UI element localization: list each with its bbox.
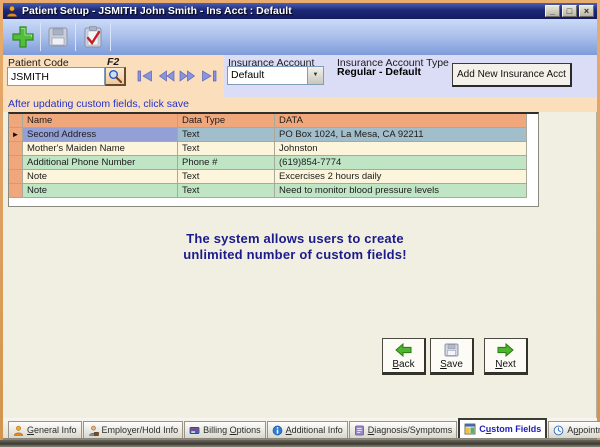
cell-data-type[interactable]: Phone # [178,156,275,170]
appointments-icon [553,425,564,436]
window-bottom-edge [0,440,600,447]
info-message-line1: The system allows users to create [0,231,590,247]
table-row[interactable]: Mother's Maiden Name Text Johnston [9,142,538,156]
magnifier-icon [108,69,122,83]
tab-label: Diagnosis/Symptoms [368,425,453,435]
cell-data[interactable]: PO Box 1024, La Mesa, CA 92211 [275,128,527,142]
save-toolbar-button[interactable] [42,22,74,52]
tab-additional-info[interactable]: Additional Info [267,421,348,438]
plus-icon [11,25,35,49]
column-header-data[interactable]: DATA [275,114,527,128]
column-header-name[interactable]: Name [23,114,178,128]
cell-name[interactable]: Additional Phone Number [23,156,178,170]
insurance-account-value: Default [228,67,307,84]
column-header-data-type[interactable]: Data Type [178,114,275,128]
previous-record-icon[interactable] [158,70,175,82]
next-record-icon[interactable] [179,70,196,82]
floppy-disk-icon [47,26,69,48]
info-icon [272,425,283,436]
grid-header-row: Name Data Type DATA [9,114,538,128]
cell-name[interactable]: Note [23,170,178,184]
cell-data-type[interactable]: Text [178,184,275,198]
next-button-label: Next [495,359,516,370]
back-button[interactable]: Back [382,338,426,375]
insurance-account-select[interactable]: Default ▼ [227,66,324,85]
row-selector[interactable] [9,170,23,184]
cell-data-type[interactable]: Text [178,170,275,184]
tab-label: Appointments [567,425,600,435]
green-arrow-right-icon [497,343,514,357]
back-button-label: Back [392,359,414,370]
tab-custom-fields[interactable]: Custom Fields [458,418,547,438]
row-selector-header [9,114,23,128]
toolbar-separator [110,23,111,51]
tab-general-info[interactable]: General Info [8,421,82,438]
verify-button[interactable] [77,22,109,52]
row-selector[interactable]: ► [9,128,23,142]
save-button-label: Save [440,359,463,370]
tab-billing-options[interactable]: Billing Options [184,421,266,438]
floppy-disk-icon [444,343,459,357]
green-arrow-left-icon [395,343,412,357]
insurance-type-value: Regular - Default [337,66,421,78]
patient-icon [6,5,18,17]
selected-row-arrow-icon: ► [12,130,20,139]
window-title: Patient Setup - JSMITH John Smith - Ins … [22,5,545,17]
cell-data-type[interactable]: Text [178,128,275,142]
save-button[interactable]: Save [430,338,474,375]
tab-label: General Info [27,425,77,435]
table-row[interactable]: Note Text Need to monitor blood pressure… [9,184,538,198]
cell-data[interactable]: (619)854-7774 [275,156,527,170]
tab-label: Custom Fields [479,424,541,434]
table-row[interactable]: Additional Phone Number Phone # (619)854… [9,156,538,170]
titlebar: Patient Setup - JSMITH John Smith - Ins … [3,3,597,19]
cell-data[interactable]: Johnston [275,142,527,156]
cell-data[interactable]: Need to monitor blood pressure levels [275,184,527,198]
tab-bar: General Info Employer/Hold Info Billing … [3,418,597,440]
tab-appointments[interactable]: Appointments [548,421,600,438]
tab-diagnosis-symptoms[interactable]: Diagnosis/Symptoms [349,421,458,438]
row-selector[interactable] [9,156,23,170]
chevron-down-icon[interactable]: ▼ [307,67,323,84]
employer-icon [88,425,99,436]
info-message-line2: unlimited number of custom fields! [0,247,590,263]
clipboard-check-icon [83,25,103,49]
tab-label: Employer/Hold Info [102,425,179,435]
info-message: The system allows users to create unlimi… [0,231,590,263]
add-insurance-button[interactable]: Add New Insurance Acct [452,63,572,87]
toolbar [3,19,597,55]
table-row[interactable]: ► Second Address Text PO Box 1024, La Me… [9,128,538,142]
toolbar-separator [75,23,76,51]
first-record-icon[interactable] [137,70,154,82]
person-icon [13,425,24,436]
custom-fields-grid: Name Data Type DATA ► Second Address Tex… [8,112,539,207]
cell-data[interactable]: Excercises 2 hours daily [275,170,527,184]
minimize-button[interactable]: _ [545,5,560,17]
custom-fields-icon [464,423,476,435]
tab-label: Additional Info [286,425,343,435]
cell-name[interactable]: Note [23,184,178,198]
last-record-icon[interactable] [200,70,217,82]
diagnosis-icon [354,425,365,436]
add-button[interactable] [7,22,39,52]
row-selector[interactable] [9,184,23,198]
billing-icon [189,425,200,436]
cell-name[interactable]: Second Address [23,128,178,142]
notice-text: After updating custom fields, click save [8,98,189,110]
patient-code-input[interactable] [7,67,105,86]
tab-label: Billing Options [203,425,261,435]
next-button[interactable]: Next [484,338,528,375]
toolbar-separator [40,23,41,51]
cell-name[interactable]: Mother's Maiden Name [23,142,178,156]
table-row[interactable]: Note Text Excercises 2 hours daily [9,170,538,184]
maximize-button[interactable]: □ [562,5,577,17]
patient-search-button[interactable] [105,67,126,86]
cell-data-type[interactable]: Text [178,142,275,156]
row-selector[interactable] [9,142,23,156]
tab-employer-hold-info[interactable]: Employer/Hold Info [83,421,184,438]
close-button[interactable]: × [579,5,594,17]
